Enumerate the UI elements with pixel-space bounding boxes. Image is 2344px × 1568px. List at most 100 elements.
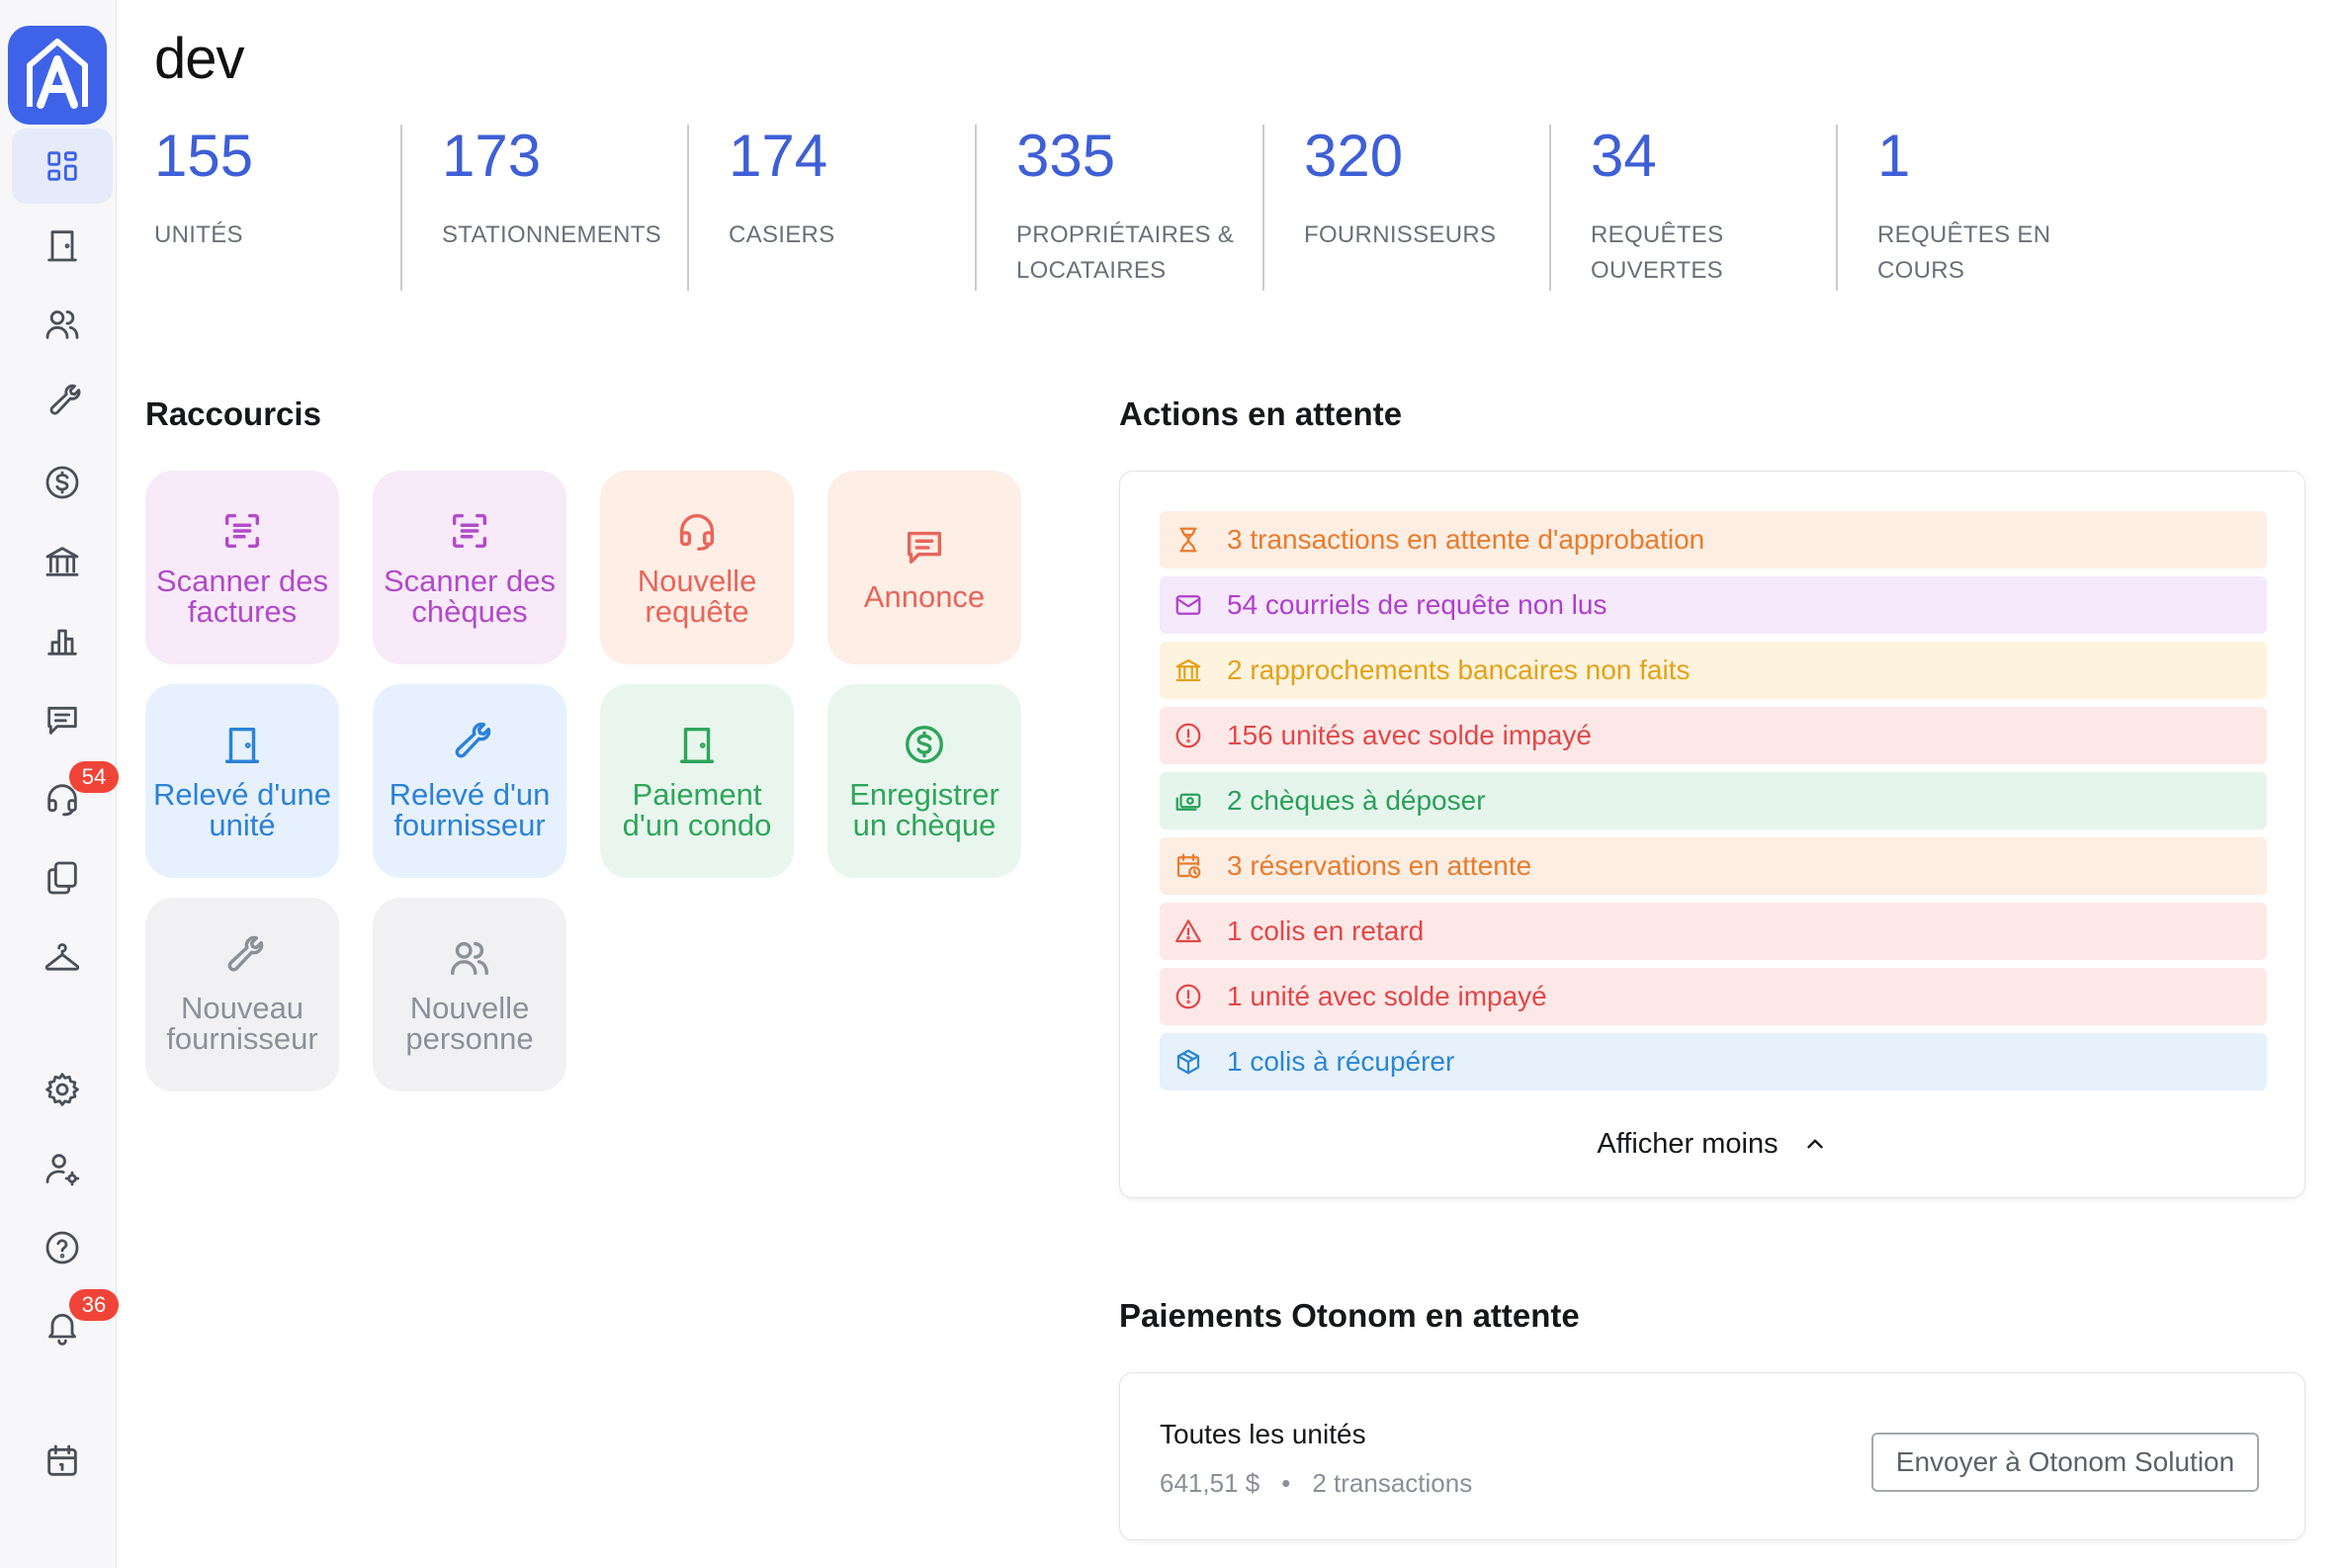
help-icon [45,1231,79,1264]
shortcut-supplier-statement[interactable]: Relevé d'un fournisseur [373,684,566,878]
bar-chart-icon [47,629,77,655]
shortcut-scan-invoices[interactable]: Scanner des factures [145,471,339,664]
tile-label: Nouveau fournisseur [166,991,318,1056]
stat-units[interactable]: 155 Unités [154,125,401,291]
alert-circle-icon [1175,723,1201,748]
message-icon [47,706,77,735]
pending-actions-card: 3 transactions en attente d'approbation … [1119,471,2305,1198]
chevron-up-icon [1806,1139,1823,1149]
payments-title: Paiements Otonom en attente [1119,1297,1580,1334]
shortcut-announcement[interactable]: Annonce [827,471,1021,664]
nav-amenities[interactable] [12,919,113,995]
nav-dashboard[interactable] [12,129,113,204]
payment-row-meta: 641,51 $ • 2 transactions [1160,1468,1472,1499]
shortcut-unit-statement[interactable]: Relevé d'une unité [145,684,339,878]
tile-label: Enregistrer un chèque [849,777,999,842]
nav-bank[interactable] [12,524,113,599]
payment-row-title: Toutes les unités [1160,1419,1366,1449]
stat-value: 173 [442,123,542,189]
stat-value: 174 [729,123,828,189]
hourglass-icon [1179,527,1197,553]
door-icon [47,230,77,262]
action-unpaid-units[interactable]: 156 unités avec solde impayé [1160,707,2267,764]
tile-label: Nouvelle personne [405,991,534,1056]
nav-settings[interactable] [12,1052,113,1127]
send-to-otonom-button[interactable]: Envoyer à Otonom Solution [1871,1433,2259,1492]
nav-documents[interactable] [12,840,113,915]
shortcut-condo-payment[interactable]: Paiement d'un condo [600,684,794,878]
user-settings-icon [45,1154,80,1186]
stat-owners-tenants[interactable]: 335 Propriétaires & locataires [975,125,1261,291]
tile-label: Nouvelle requête [637,564,757,629]
shortcut-record-cheque[interactable]: Enregistrer un chèque [827,684,1021,878]
stat-parkings[interactable]: 173 Stationnements [400,125,687,291]
cash-icon [1175,793,1201,811]
nav-help[interactable] [12,1210,113,1285]
message-icon [907,531,942,564]
shortcut-new-person[interactable]: Nouvelle personne [373,898,566,1091]
calendar-clock-icon [1176,853,1201,879]
action-unpaid-unit[interactable]: 1 unité avec solde impayé [1160,968,2267,1025]
stat-label: Requêtes ouvertes [1591,221,1724,284]
shortcut-new-request[interactable]: Nouvelle requête [600,471,794,664]
action-cheques-to-deposit[interactable]: 2 chèques à déposer [1160,772,2267,829]
stat-open-requests[interactable]: 34 Requêtes ouvertes [1549,125,1836,291]
stat-suppliers[interactable]: 320 Fournisseurs [1262,125,1549,291]
nav-finances[interactable] [12,445,113,520]
nav-account[interactable] [12,1131,113,1206]
nav-reports[interactable] [12,603,113,678]
toggle-label: Afficher moins [1597,1127,1779,1160]
stat-label: Unités [154,221,243,248]
scan-document-icon [452,513,487,549]
action-pending-transactions[interactable]: 3 transactions en attente d'approbation [1160,511,2267,568]
shortcuts-title: Raccourcis [145,395,321,432]
stat-value: 335 [1016,123,1116,189]
scan-document-icon [224,513,260,549]
tile-label: Annonce [863,578,986,614]
package-icon [1176,1049,1200,1075]
nav-units[interactable] [12,208,113,283]
warning-triangle-icon [1175,919,1201,943]
page-title: dev [154,27,245,91]
headset-icon [679,514,715,551]
door-icon [679,727,715,763]
tile-label: Scanner des factures [155,564,329,629]
action-packages-to-pickup[interactable]: 1 colis à récupérer [1160,1033,2267,1090]
nav-suppliers[interactable] [12,366,113,441]
stat-label: Casiers [729,221,835,248]
action-pending-reservations[interactable]: 3 réservations en attente [1160,837,2267,895]
bank-icon [1175,658,1201,682]
action-bank-reconciliations[interactable]: 2 rapprochements bancaires non faits [1160,642,2267,699]
action-late-packages[interactable]: 1 colis en retard [1160,903,2267,960]
stat-label: Fournisseurs [1304,221,1497,248]
users-icon [45,310,79,339]
stat-label: Requêtes en cours [1877,221,2051,284]
stat-value: 34 [1591,123,1657,189]
nav-requests[interactable]: 54 [12,761,119,836]
show-less-toggle[interactable]: Afficher moins [1120,1120,2304,1168]
nav-people[interactable] [12,287,113,362]
gear-icon [45,1073,79,1106]
nav-messages[interactable] [12,682,113,757]
tile-label: Relevé d'une unité [153,777,331,842]
notifications-badge: 36 [69,1289,119,1321]
action-text: 54 courriels de requête non lus [1227,589,1607,620]
nav-notifications[interactable]: 36 [12,1289,119,1364]
stat-requests-in-progress[interactable]: 1 Requêtes en cours [1836,125,2123,291]
stat-lockers[interactable]: 174 Casiers [687,125,974,291]
stat-label: Stationnements [442,221,661,248]
action-text: 1 colis à récupérer [1227,1046,1455,1077]
action-text: 156 unités avec solde impayé [1227,720,1592,750]
action-text: 2 rapprochements bancaires non faits [1227,654,1691,685]
nav-calendar[interactable] [12,1424,113,1499]
shortcut-new-supplier[interactable]: Nouveau fournisseur [145,898,339,1091]
stat-value: 1 [1877,123,1911,189]
action-unread-emails[interactable]: 54 courriels de requête non lus [1160,576,2267,634]
bank-icon [45,547,79,576]
action-text: 1 unité avec solde impayé [1227,981,1547,1011]
app-logo[interactable] [8,26,107,125]
stat-label: Propriétaires & locataires [1016,221,1235,284]
tile-label: Scanner des chèques [383,564,557,629]
shortcut-scan-cheques[interactable]: Scanner des chèques [373,471,566,664]
wrench-icon [49,384,81,415]
